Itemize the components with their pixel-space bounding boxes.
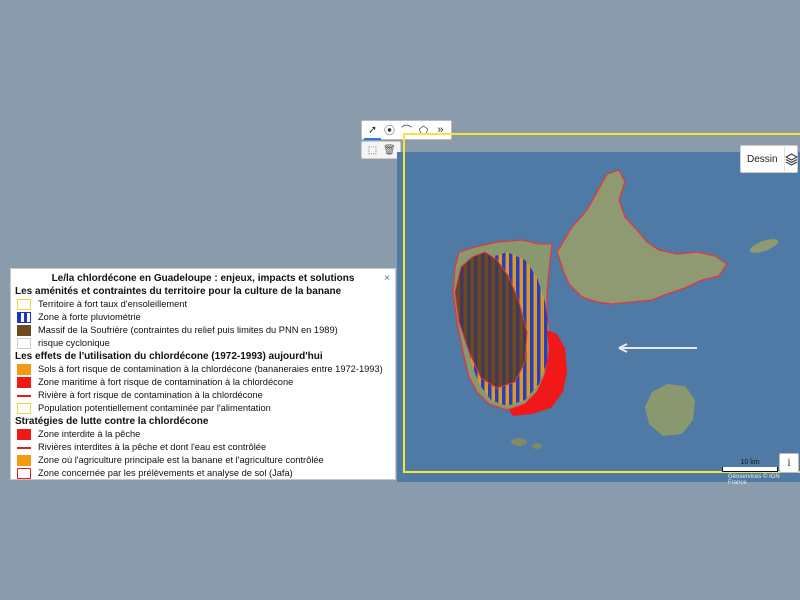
legend-item-label: Sols à fort risque de contamination à la… bbox=[38, 364, 383, 375]
trash-icon[interactable]: 🗑 bbox=[381, 143, 398, 158]
legend-item-label: Territoire à fort taux d'ensoleillement bbox=[38, 299, 188, 310]
legend-swatch bbox=[17, 364, 31, 375]
legend-item-label: Zone interdite à la pêche bbox=[38, 429, 141, 440]
dessin-label[interactable]: Dessin bbox=[741, 154, 784, 165]
map-canvas bbox=[452, 169, 779, 449]
draw-toolbar: ➚ ⦿ ⌒ ⬠» bbox=[361, 120, 452, 140]
legend-swatch bbox=[17, 403, 31, 414]
les-saintes-island-2 bbox=[532, 443, 542, 449]
legend-swatch bbox=[17, 377, 31, 388]
legend-item-label: Zone à forte pluviométrie bbox=[38, 312, 141, 323]
legend-item-label: Zone maritime à fort risque de contamina… bbox=[38, 377, 294, 388]
legend-section-heading: Les effets de l'utilisation du chlordéco… bbox=[15, 351, 323, 362]
les-saintes-island bbox=[511, 438, 527, 446]
legend-swatch bbox=[17, 299, 31, 310]
legend-section-heading: Les aménités et contraintes du territoir… bbox=[15, 286, 342, 297]
legend-item: Territoire à fort taux d'ensoleillement bbox=[17, 298, 389, 311]
legend-item-label: Massif de la Soufrière (contraintes du r… bbox=[38, 325, 338, 336]
dessin-control[interactable]: Dessin bbox=[740, 145, 798, 173]
legend-item-label: Zone concernée par les prélèvements et a… bbox=[38, 468, 293, 479]
legend-item: Rivières interdites à la pêche et dont l… bbox=[17, 441, 389, 454]
map-attribution: Géoservices © IGN France bbox=[728, 474, 780, 486]
legend-item: Sols à fort risque de contamination à la… bbox=[17, 363, 389, 376]
legend-item: Massif de la Soufrière (contraintes du r… bbox=[17, 324, 389, 337]
legend-item: Zone à forte pluviométrie bbox=[17, 311, 389, 324]
edit-shape-icon[interactable]: ⬚ bbox=[364, 143, 381, 158]
legend-item-label: Population potentiellement contaminée pa… bbox=[38, 403, 271, 414]
marker-icon[interactable]: ⦿ bbox=[381, 122, 398, 139]
legend-item: Zone maritime à fort risque de contamina… bbox=[17, 376, 389, 389]
close-icon[interactable]: × bbox=[384, 273, 390, 284]
legend-item: Zone où l'agriculture principale est la … bbox=[17, 454, 389, 467]
legend-item-label: risque cyclonique bbox=[38, 338, 110, 349]
legend-swatch bbox=[17, 429, 31, 440]
legend-swatch bbox=[17, 394, 31, 397]
marie-galante-island bbox=[645, 384, 695, 436]
layers-icon[interactable] bbox=[783, 147, 798, 171]
scale-bar: 10 km bbox=[722, 459, 778, 472]
polyline-icon[interactable]: ⌒ bbox=[398, 122, 415, 139]
legend-item: Rivière à fort risque de contamination à… bbox=[17, 389, 389, 402]
legend-swatch bbox=[17, 455, 31, 466]
legend-swatch bbox=[17, 312, 31, 323]
legend-swatch bbox=[17, 325, 31, 336]
legend-item: Zone interdite à la pêche bbox=[17, 428, 389, 441]
legend-item-label: Rivière à fort risque de contamination à… bbox=[38, 390, 263, 401]
legend-item: risque cyclonique bbox=[17, 337, 389, 350]
more-icon[interactable]: » bbox=[432, 122, 449, 139]
edit-toolbar: ⬚ 🗑 bbox=[361, 141, 401, 159]
legend-swatch bbox=[17, 446, 31, 449]
legend-swatch bbox=[17, 468, 31, 479]
scale-label: 10 km bbox=[740, 459, 760, 466]
desirade-island bbox=[749, 239, 779, 253]
legend-item-label: Zone où l'agriculture principale est la … bbox=[38, 455, 324, 466]
grande-terre-island bbox=[556, 169, 728, 305]
select-arrow-icon[interactable]: ➚ bbox=[364, 121, 381, 140]
legend-item: Population potentiellement contaminée pa… bbox=[17, 402, 389, 415]
legend-item: Zone concernée par les prélèvements et a… bbox=[17, 467, 389, 480]
legend-panel: × Le/la chlordécone en Guadeloupe : enje… bbox=[10, 268, 396, 480]
map-view[interactable] bbox=[397, 152, 800, 482]
legend-title: Le/la chlordécone en Guadeloupe : enjeux… bbox=[51, 273, 355, 284]
legend-section-heading: Stratégies de lutte contre la chlordécon… bbox=[15, 416, 209, 427]
legend-item-label: Rivières interdites à la pêche et dont l… bbox=[38, 442, 267, 453]
polygon-icon[interactable]: ⬠ bbox=[415, 122, 432, 139]
info-icon[interactable]: i bbox=[779, 453, 799, 473]
legend-swatch bbox=[17, 338, 31, 349]
